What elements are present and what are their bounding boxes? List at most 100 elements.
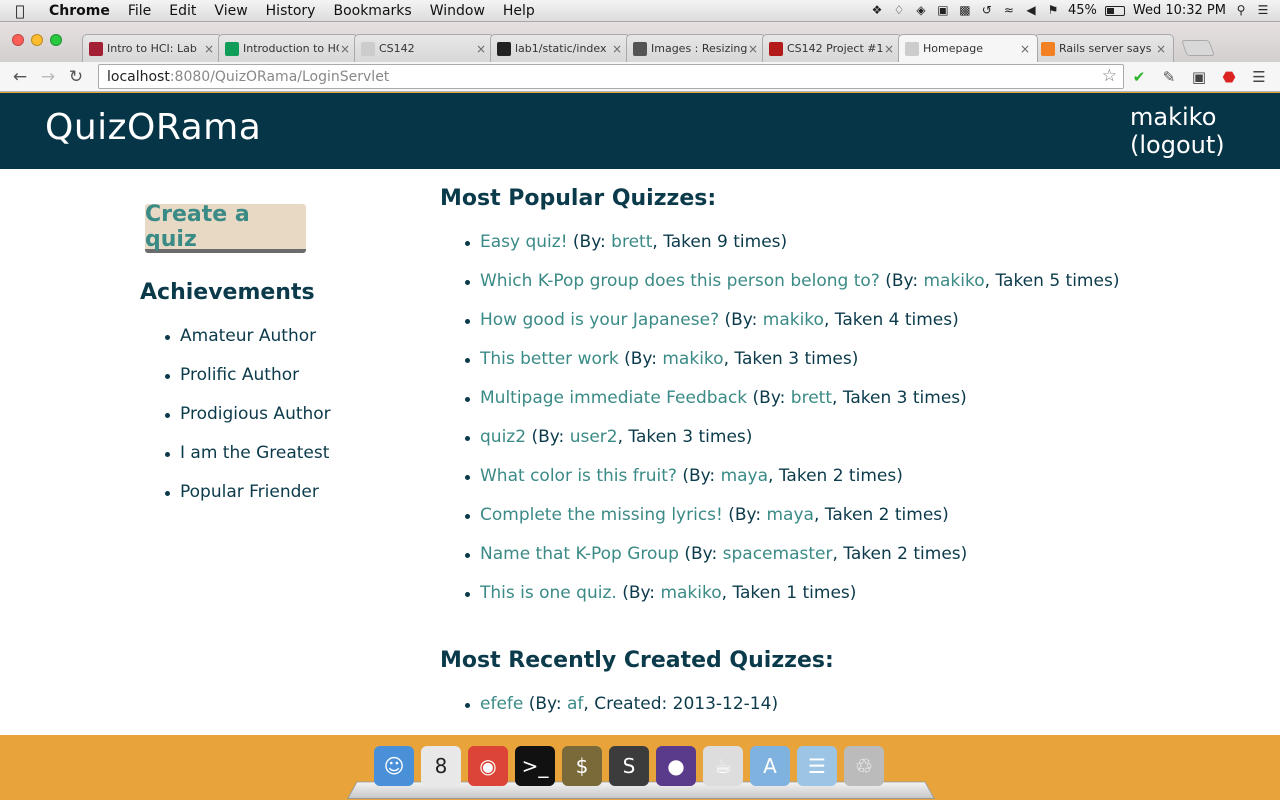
author-link[interactable]: user2 [570,427,618,447]
tab-7[interactable]: Homepage × [898,34,1038,62]
quiz-link[interactable]: What color is this fruit? [480,466,677,486]
wifi-icon[interactable]: ≈ [1002,4,1016,17]
new-tab-button[interactable] [1181,40,1215,56]
quiz-list-item: efefe (By: af, Created: 2013-12-14) [464,694,778,733]
camera-icon[interactable]: ▣ [936,4,950,17]
quiz-link[interactable]: This is one quiz. [480,583,617,603]
chrome-menu-icon[interactable]: ☰ [1244,68,1274,86]
author-link[interactable]: maya [767,505,814,525]
sublime-text-icon[interactable]: S [609,746,649,786]
close-icon[interactable]: × [203,42,215,56]
eclipse-icon[interactable]: ● [656,746,696,786]
author-link[interactable]: af [567,694,583,714]
zoom-window-button[interactable] [50,34,62,46]
close-icon[interactable]: × [339,42,351,56]
menubar:  Chrome File Edit View History Bookmark… [0,0,1280,22]
forward-icon[interactable]: → [34,67,62,87]
documents-folder-icon[interactable]: ☰ [797,746,837,786]
eyedropper-extension-icon[interactable]: ✎ [1154,68,1184,86]
notification-center-icon[interactable]: ☰ [1256,4,1270,17]
quiz-link[interactable]: Name that K-Pop Group [480,544,679,564]
close-icon[interactable]: × [611,42,623,56]
tab-6[interactable]: CS142 Project #1 × [762,34,902,62]
menu-file[interactable]: File [119,3,160,19]
tab-2[interactable]: Introduction to HCI × [218,34,358,62]
adblock-extension-icon[interactable]: ⬣ [1214,68,1244,86]
close-icon[interactable]: × [747,42,759,56]
menu-help[interactable]: Help [494,3,544,19]
bookmark-star-icon[interactable]: ☆ [1102,66,1117,86]
author-link[interactable]: makiko [662,349,723,369]
quiz-link[interactable]: Which K-Pop group does this person belon… [480,271,880,291]
author-link[interactable]: spacemaster [723,544,833,564]
display-icon[interactable]: ▩ [958,4,972,17]
reload-icon[interactable]: ↻ [62,67,90,87]
tab-4[interactable]: lab1/static/index × [490,34,630,62]
close-icon[interactable]: × [1155,42,1167,56]
preview-icon[interactable]: ☕ [703,746,743,786]
time-machine-icon[interactable]: ↺ [980,4,994,17]
checkmark-extension-icon[interactable]: ✔ [1124,68,1154,86]
tab-label: lab1/static/index [515,42,607,55]
finder-icon[interactable]: ☺ [374,746,414,786]
popular-quizzes-list: Easy quiz! (By: brett, Taken 9 times) Whi… [464,232,1119,622]
volume-icon[interactable]: ◀ [1024,4,1038,17]
battery-icon[interactable] [1104,5,1125,16]
money-app-icon[interactable]: $ [562,746,602,786]
quiz-link[interactable]: Multipage immediate Feedback [480,388,747,408]
close-window-button[interactable] [12,34,24,46]
close-icon[interactable]: × [883,42,895,56]
author-link[interactable]: makiko [660,583,721,603]
tab-3[interactable]: CS142 × [354,34,494,62]
applications-folder-icon[interactable]: A [750,746,790,786]
quiz-list-item: quiz2 (By: user2, Taken 3 times) [464,427,1119,466]
flag-icon[interactable]: ⚑ [1046,4,1060,17]
separator: , [617,427,629,447]
dock: ☺ 8 ◉ >_ $ S ● ☕ A ☰ ♲ [347,740,935,800]
minimize-window-button[interactable] [31,34,43,46]
dropbox-icon[interactable]: ❖ [870,4,884,17]
address-bar[interactable]: localhost:8080/QuizORama/LoginServlet ☆ [98,64,1124,89]
author-link[interactable]: maya [721,466,768,486]
quiz-link[interactable]: efefe [480,694,523,714]
logout-link[interactable]: (logout) [1130,131,1225,159]
menu-app-name[interactable]: Chrome [40,3,119,19]
site-logo[interactable]: QuizORama [45,107,261,148]
menu-view[interactable]: View [205,3,256,19]
shield-icon[interactable]: ♢ [892,4,906,17]
menu-bookmarks[interactable]: Bookmarks [324,3,420,19]
tab-5[interactable]: Images : Resizing × [626,34,766,62]
images-icon [633,41,647,56]
menu-history[interactable]: History [257,3,325,19]
clock[interactable]: Wed 10:32 PM [1133,3,1226,18]
s-icon [769,41,783,56]
menu-edit[interactable]: Edit [160,3,205,19]
separator: , [768,466,779,486]
achievement-item: I am the Greatest [165,443,331,482]
puzzle-extension-icon[interactable]: ▣ [1184,68,1214,86]
quiz-link[interactable]: Complete the missing lyrics! [480,505,723,525]
tab-8[interactable]: Rails server says × [1034,34,1174,62]
back-icon[interactable]: ← [6,67,34,87]
quiz-link[interactable]: This better work [480,349,619,369]
quiz-link[interactable]: How good is your Japanese? [480,310,719,330]
tab-1[interactable]: Intro to HCI: Lab × [82,34,222,62]
author-link[interactable]: makiko [763,310,824,330]
trash-icon[interactable]: ♲ [844,746,884,786]
terminal-icon[interactable]: >_ [515,746,555,786]
close-icon[interactable]: × [1019,42,1031,56]
apple-menu-icon[interactable]:  [0,2,40,20]
chrome-icon[interactable]: ◉ [468,746,508,786]
spotlight-search-icon[interactable]: ⚲ [1234,4,1248,17]
calendar-icon[interactable]: 8 [421,746,461,786]
menu-window[interactable]: Window [421,3,494,19]
author-link[interactable]: brett [611,232,652,252]
close-icon[interactable]: × [475,42,487,56]
quiz-link[interactable]: quiz2 [480,427,526,447]
create-quiz-button[interactable]: Create a quiz [145,202,306,253]
evernote-icon[interactable]: ◈ [914,4,928,17]
browser-toolbar: ← → ↻ localhost:8080/QuizORama/LoginServ… [0,62,1280,92]
author-link[interactable]: makiko [923,271,984,291]
author-link[interactable]: brett [791,388,832,408]
quiz-link[interactable]: Easy quiz! [480,232,568,252]
